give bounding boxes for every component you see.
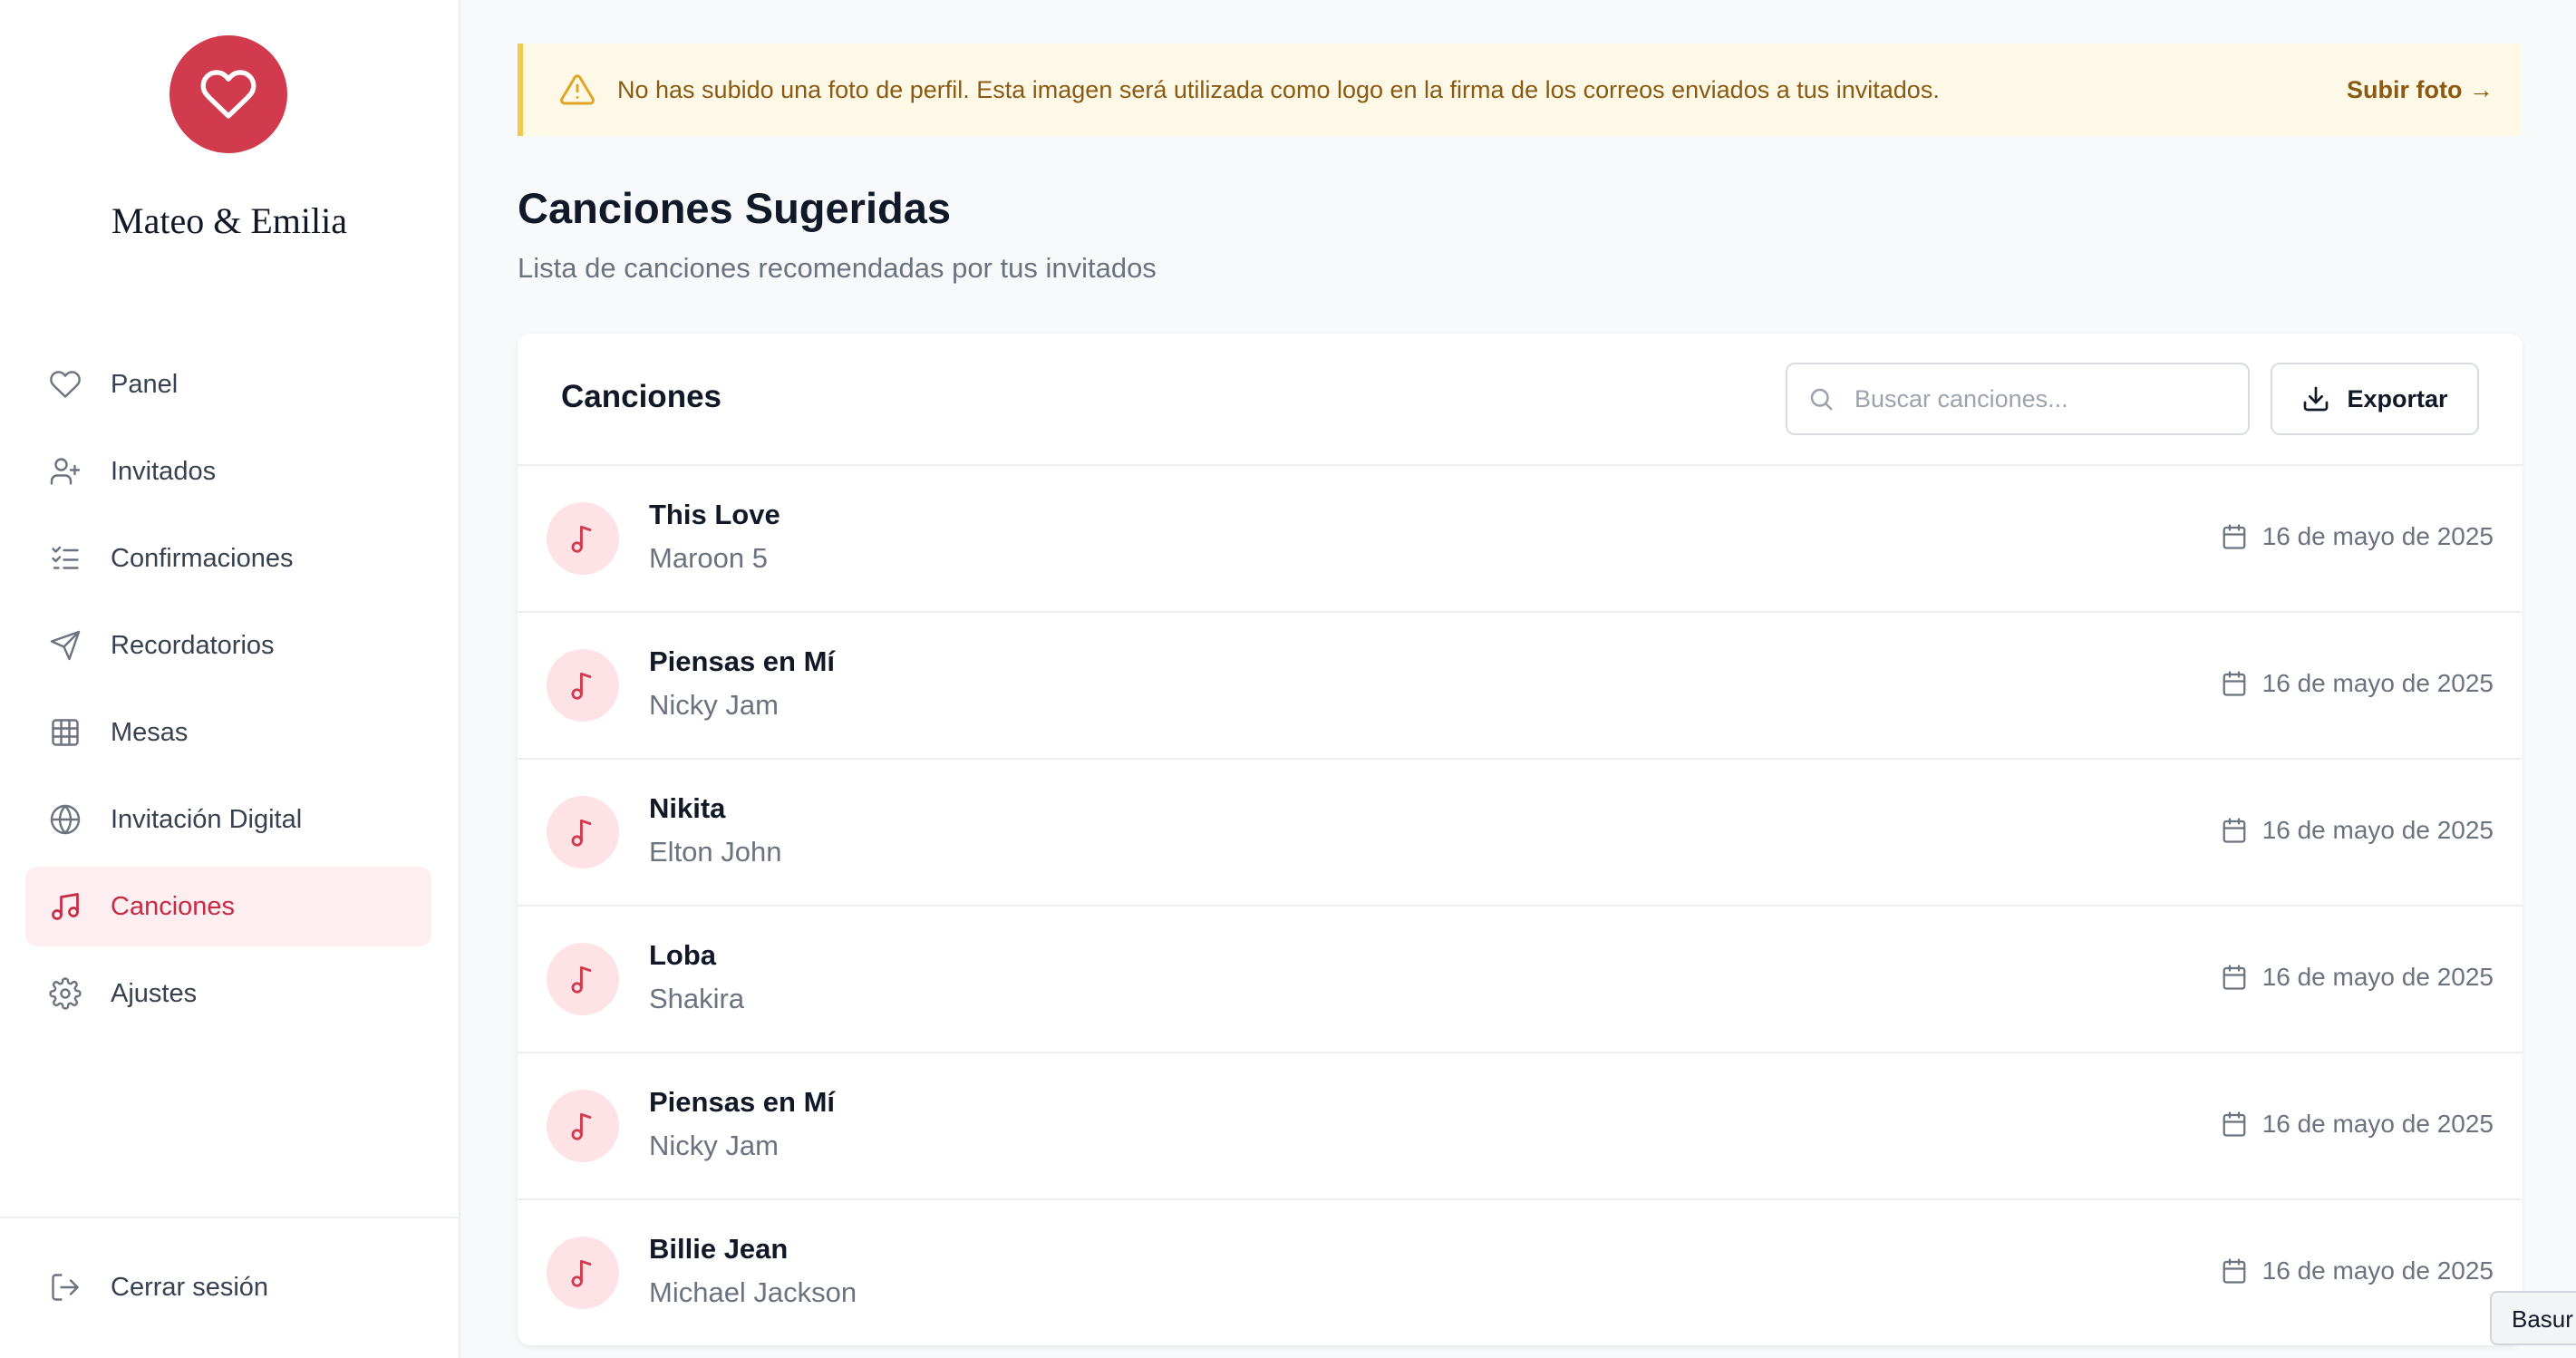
song-date: 16 de mayo de 2025 bbox=[2221, 669, 2494, 698]
sidebar-item-label: Panel bbox=[111, 369, 179, 399]
sidebar-item-label: Invitados bbox=[111, 456, 217, 486]
calendar-icon bbox=[2221, 1256, 2250, 1285]
song-date-text: 16 de mayo de 2025 bbox=[2261, 522, 2494, 550]
gear-icon bbox=[47, 975, 83, 1012]
upload-photo-link[interactable]: Subir foto → bbox=[2347, 76, 2494, 104]
song-date-text: 16 de mayo de 2025 bbox=[2261, 669, 2494, 697]
sidebar-item-recordatorios[interactable]: Recordatorios bbox=[25, 606, 431, 685]
song-title: Nikita bbox=[649, 792, 726, 824]
search-box bbox=[1786, 363, 2250, 435]
music-note-avatar bbox=[547, 943, 619, 1015]
song-list: This Love Maroon 5 16 de mayo de 2025 Pi… bbox=[518, 466, 2523, 1345]
calendar-icon bbox=[2221, 816, 2250, 845]
sidebar-item-invitados[interactable]: Invitados bbox=[25, 432, 431, 511]
song-date-text: 16 de mayo de 2025 bbox=[2261, 1110, 2494, 1138]
music-note-icon bbox=[571, 1259, 592, 1287]
song-date-text: 16 de mayo de 2025 bbox=[2261, 816, 2494, 844]
song-artist: Elton John bbox=[649, 836, 782, 868]
warning-text: No has subido una foto de perfil. Esta i… bbox=[617, 75, 1940, 103]
song-artist: Nicky Jam bbox=[649, 1130, 779, 1161]
export-label: Exportar bbox=[2347, 384, 2448, 412]
music-note-icon bbox=[571, 672, 592, 700]
song-artist: Michael Jackson bbox=[649, 1276, 857, 1308]
sidebar-divider bbox=[0, 1217, 459, 1218]
sidebar-item-panel[interactable]: Panel bbox=[25, 344, 431, 424]
logout-button[interactable]: Cerrar sesión bbox=[25, 1247, 431, 1327]
song-row[interactable]: Piensas en Mí Nicky Jam 16 de mayo de 20… bbox=[518, 1053, 2523, 1200]
sidebar-item-label: Ajustes bbox=[111, 978, 198, 1008]
song-row[interactable]: Nikita Elton John 16 de mayo de 2025 bbox=[518, 760, 2523, 907]
song-title: Billie Jean bbox=[649, 1233, 789, 1265]
heart-icon bbox=[47, 366, 83, 403]
page-subtitle: Lista de canciones recomendadas por tus … bbox=[518, 252, 1157, 284]
song-title: This Love bbox=[649, 499, 780, 530]
music-note-avatar bbox=[547, 796, 619, 868]
music-note-avatar bbox=[547, 502, 619, 575]
calendar-icon bbox=[2221, 669, 2250, 698]
list-checks-icon bbox=[47, 540, 83, 577]
profile-photo-warning: No has subido una foto de perfil. Esta i… bbox=[518, 44, 2521, 136]
globe-icon bbox=[47, 801, 83, 838]
music-note-avatar bbox=[547, 649, 619, 722]
music-note-icon bbox=[571, 819, 592, 847]
calendar-icon bbox=[2221, 963, 2250, 992]
app-root: Mateo & Emilia Panel Invitados Confirmac… bbox=[0, 0, 2576, 1358]
logo bbox=[169, 35, 287, 153]
logout-icon bbox=[47, 1269, 83, 1305]
export-button[interactable]: Exportar bbox=[2271, 363, 2479, 435]
logout-label: Cerrar sesión bbox=[111, 1272, 269, 1302]
search-icon bbox=[1807, 385, 1835, 412]
sidebar-item-label: Mesas bbox=[111, 717, 189, 747]
song-date: 16 de mayo de 2025 bbox=[2221, 522, 2494, 551]
page-title: Canciones Sugeridas bbox=[518, 184, 951, 232]
sidebar-nav: Panel Invitados Confirmaciones Recordato… bbox=[25, 344, 431, 1041]
send-icon bbox=[47, 627, 83, 664]
sidebar-item-invitacion-digital[interactable]: Invitación Digital bbox=[25, 780, 431, 859]
song-title: Loba bbox=[649, 939, 717, 971]
card-header: Canciones Exportar bbox=[518, 334, 2523, 466]
sidebar-item-ajustes[interactable]: Ajustes bbox=[25, 954, 431, 1033]
calendar-icon bbox=[2221, 1110, 2250, 1139]
card-title: Canciones bbox=[561, 379, 721, 414]
sidebar-item-confirmaciones[interactable]: Confirmaciones bbox=[25, 519, 431, 598]
tooltip: Basur bbox=[2490, 1291, 2576, 1345]
sidebar-item-canciones[interactable]: Canciones bbox=[25, 867, 431, 946]
music-icon bbox=[47, 888, 83, 925]
warning-icon bbox=[559, 72, 596, 108]
song-row[interactable]: Piensas en Mí Nicky Jam 16 de mayo de 20… bbox=[518, 613, 2523, 760]
heart-icon bbox=[200, 70, 257, 119]
songs-card: Canciones Exportar This Love Maroo bbox=[518, 334, 2523, 1345]
download-icon bbox=[2301, 383, 2332, 414]
calendar-icon bbox=[2221, 522, 2250, 551]
music-note-icon bbox=[571, 965, 592, 994]
song-row[interactable]: Loba Shakira 16 de mayo de 2025 bbox=[518, 907, 2523, 1053]
song-row[interactable]: This Love Maroon 5 16 de mayo de 2025 bbox=[518, 466, 2523, 613]
sidebar-item-label: Confirmaciones bbox=[111, 543, 294, 573]
song-date: 16 de mayo de 2025 bbox=[2221, 816, 2494, 845]
song-title: Piensas en Mí bbox=[649, 1086, 836, 1118]
song-date: 16 de mayo de 2025 bbox=[2221, 963, 2494, 992]
user-plus-icon bbox=[47, 453, 83, 490]
music-note-avatar bbox=[547, 1237, 619, 1309]
music-note-avatar bbox=[547, 1090, 619, 1162]
song-artist: Nicky Jam bbox=[649, 689, 779, 721]
music-note-icon bbox=[571, 525, 592, 553]
couple-name: Mateo & Emilia bbox=[111, 200, 347, 241]
sidebar-item-label: Recordatorios bbox=[111, 630, 275, 660]
song-date: 16 de mayo de 2025 bbox=[2221, 1110, 2494, 1139]
song-date-text: 16 de mayo de 2025 bbox=[2261, 1256, 2494, 1285]
music-note-icon bbox=[571, 1112, 592, 1140]
grid-icon bbox=[47, 714, 83, 751]
sidebar-item-mesas[interactable]: Mesas bbox=[25, 693, 431, 772]
sidebar: Mateo & Emilia Panel Invitados Confirmac… bbox=[0, 0, 460, 1358]
search-input[interactable] bbox=[1855, 384, 2235, 413]
song-row[interactable]: Billie Jean Michael Jackson 16 de mayo d… bbox=[518, 1200, 2523, 1345]
song-artist: Maroon 5 bbox=[649, 542, 768, 574]
song-artist: Shakira bbox=[649, 983, 745, 1014]
song-title: Piensas en Mí bbox=[649, 645, 836, 677]
sidebar-item-label: Invitación Digital bbox=[111, 804, 303, 834]
song-date: 16 de mayo de 2025 bbox=[2221, 1256, 2494, 1285]
song-date-text: 16 de mayo de 2025 bbox=[2261, 963, 2494, 991]
sidebar-item-label: Canciones bbox=[111, 891, 236, 921]
